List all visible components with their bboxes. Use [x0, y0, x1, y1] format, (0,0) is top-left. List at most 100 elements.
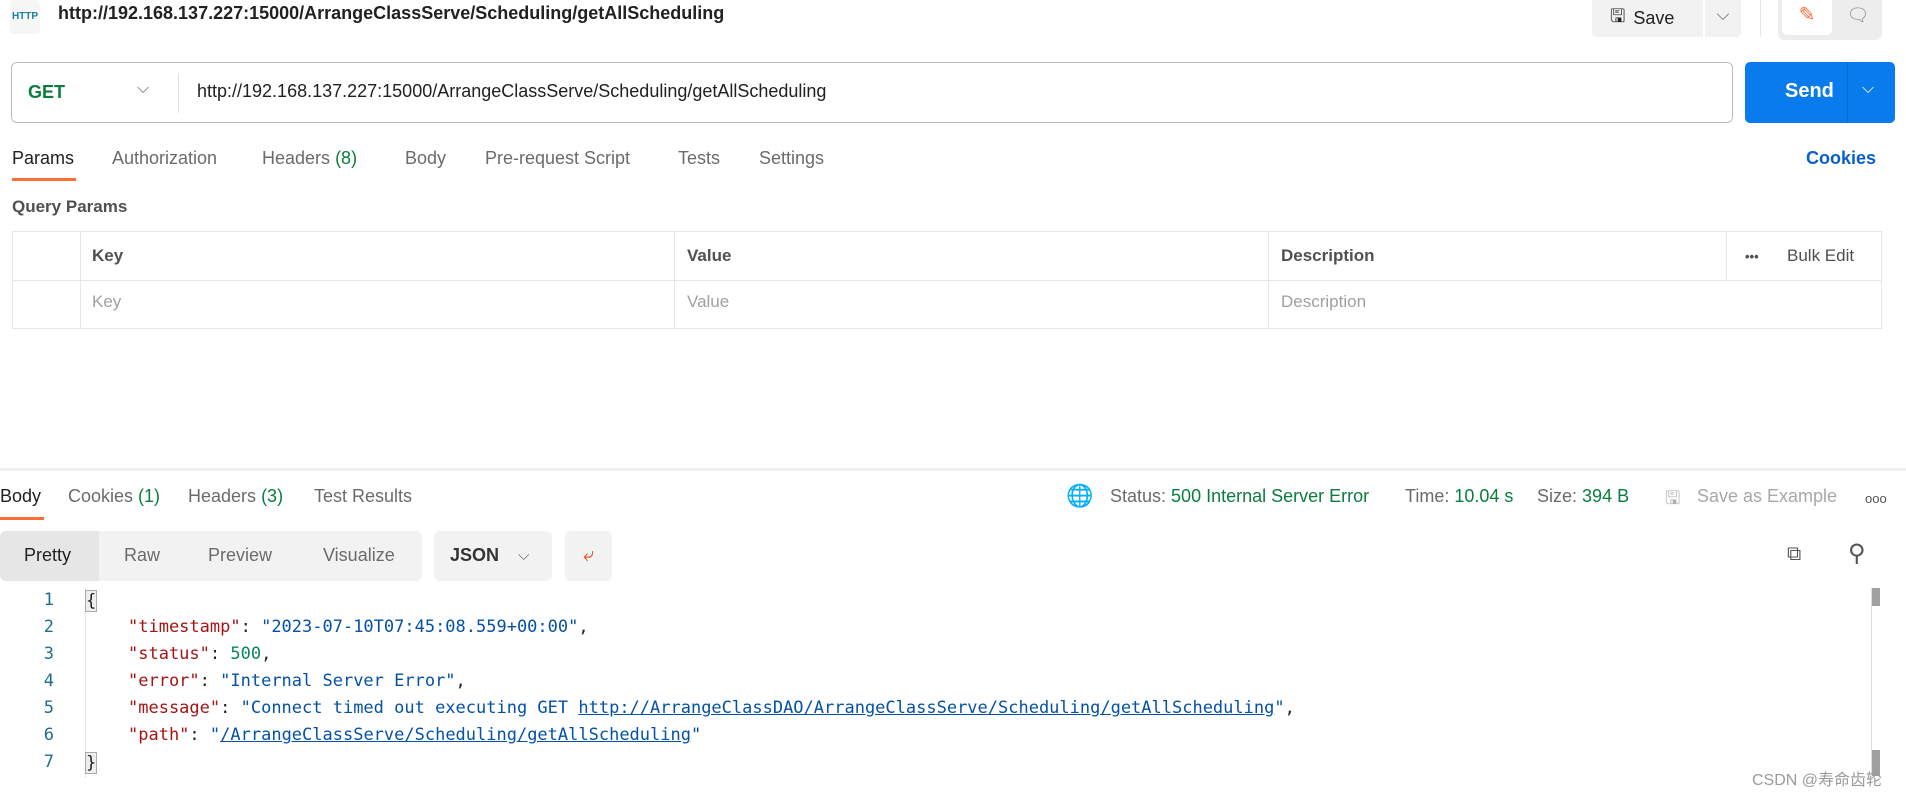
json-line-error: "error": "Internal Server Error",: [128, 671, 466, 691]
tab-label: Headers: [188, 486, 257, 506]
open-brace: {: [85, 590, 98, 612]
divider: [80, 231, 81, 329]
line-number: 6: [43, 725, 54, 745]
json-value: "2023-07-10T07:45:08.559+00:00": [261, 617, 579, 637]
column-description: Description: [1281, 246, 1375, 265]
response-tab-body[interactable]: Body: [0, 486, 41, 507]
tab-pre-request-script[interactable]: Pre-request Script: [485, 148, 630, 169]
gutter-line: [85, 588, 86, 778]
view-visualize[interactable]: Visualize: [323, 545, 395, 566]
json-value: "Connect timed out executing GET: [240, 698, 579, 718]
divider: [1268, 231, 1269, 329]
wrap-lines-icon[interactable]: ⤶: [565, 531, 612, 581]
save-icon: 🖫: [1610, 5, 1626, 26]
watermark: CSDN @寿命齿轮: [1752, 772, 1883, 789]
response-tab-headers[interactable]: Headers (3): [188, 486, 283, 507]
path-link[interactable]: /ArrangeClassServe/Scheduling/getAllSche…: [220, 725, 691, 745]
line-number: 2: [43, 617, 54, 637]
view-pretty[interactable]: Pretty: [24, 545, 71, 566]
size-value: 394 B: [1582, 486, 1630, 506]
line-number: 1: [43, 590, 54, 610]
divider: [674, 231, 675, 329]
more-icon[interactable]: ooo: [1865, 491, 1887, 506]
headers-count: (8): [335, 148, 358, 168]
active-tab-indicator: [12, 178, 76, 181]
description-input[interactable]: Description: [1281, 292, 1366, 312]
json-line-path: "path": "/ArrangeClassServe/Scheduling/g…: [128, 725, 702, 745]
send-label[interactable]: Send: [1785, 80, 1834, 103]
tab-body[interactable]: Body: [405, 148, 446, 169]
close-brace: }: [85, 752, 98, 774]
json-key: "path": [128, 725, 190, 745]
more-icon[interactable]: •••: [1745, 249, 1759, 264]
save-as-example-button[interactable]: Save as Example: [1697, 486, 1837, 507]
status-value: 500 Internal Server Error: [1171, 486, 1370, 506]
url-input[interactable]: http://192.168.137.227:15000/ArrangeClas…: [197, 81, 826, 102]
key-input[interactable]: Key: [92, 292, 121, 312]
save-example-icon: 🖫: [1665, 488, 1681, 508]
query-params-title: Query Params: [12, 197, 128, 216]
bulk-edit-button[interactable]: Bulk Edit: [1787, 246, 1854, 266]
tab-params[interactable]: Params: [12, 148, 74, 169]
json-line-status: "status": 500,: [128, 644, 272, 664]
line-number: 4: [43, 671, 54, 691]
tab-label: Headers: [262, 148, 331, 168]
globe-icon[interactable]: 🌐: [1066, 483, 1093, 509]
request-title[interactable]: http://192.168.137.227:15000/ArrangeClas…: [58, 3, 724, 24]
save-options-chevron-icon[interactable]: ⌵: [1705, 0, 1741, 37]
pane-resize-handle[interactable]: [0, 468, 1906, 471]
status: Status: 500 Internal Server Error: [1110, 486, 1369, 507]
save-label: Save: [1633, 8, 1675, 28]
comment-icon[interactable]: 🗨: [1836, 0, 1880, 35]
tab-tests[interactable]: Tests: [678, 148, 720, 169]
line-number: 3: [43, 644, 54, 664]
chevron-down-icon[interactable]: ⌵: [518, 547, 529, 564]
json-line-message: "message": "Connect timed out executing …: [128, 698, 1295, 718]
line-number: 5: [43, 698, 54, 718]
cookies-count: (1): [138, 486, 161, 506]
json-key: "message": [128, 698, 221, 718]
divider: [1726, 231, 1727, 280]
send-options-chevron-icon[interactable]: ⌵: [1862, 80, 1874, 98]
response-tab-test-results[interactable]: Test Results: [314, 486, 412, 507]
column-value: Value: [687, 246, 732, 265]
save-button[interactable]: 🖫 Save: [1592, 0, 1703, 37]
json-value: "Internal Server Error": [220, 671, 456, 691]
response-tab-cookies[interactable]: Cookies (1): [68, 486, 160, 507]
cookies-link[interactable]: Cookies: [1806, 148, 1876, 169]
divider: [178, 73, 179, 113]
chevron-down-icon[interactable]: ⌵: [137, 80, 149, 98]
size: Size: 394 B: [1537, 486, 1629, 507]
status-label: Status:: [1110, 486, 1167, 506]
method-select[interactable]: GET: [28, 82, 65, 103]
active-tab-indicator: [0, 517, 44, 520]
divider: [1847, 62, 1848, 123]
json-value: 500: [230, 644, 262, 664]
search-icon[interactable]: ⚲: [1848, 539, 1866, 568]
view-raw[interactable]: Raw: [124, 545, 160, 566]
http-icon: HTTP: [10, 0, 40, 34]
pencil-icon[interactable]: ✎: [1782, 0, 1832, 35]
tab-label: Cookies: [68, 486, 134, 506]
time: Time: 10.04 s: [1405, 486, 1513, 507]
format-value[interactable]: JSON: [450, 545, 499, 566]
json-key: "timestamp": [128, 617, 241, 637]
json-key: "status": [128, 644, 210, 664]
message-url-link[interactable]: http://ArrangeClassDAO/ArrangeClassServe…: [578, 698, 1274, 718]
time-label: Time:: [1405, 486, 1450, 506]
line-number: 7: [43, 752, 54, 772]
scrollbar-thumb[interactable]: [1872, 588, 1880, 606]
divider: [12, 280, 1882, 281]
view-preview[interactable]: Preview: [208, 545, 272, 566]
copy-icon[interactable]: ⧉: [1787, 543, 1801, 566]
size-label: Size:: [1537, 486, 1578, 506]
divider: [1760, 0, 1761, 37]
column-key: Key: [92, 246, 124, 265]
time-value: 10.04 s: [1454, 486, 1514, 506]
value-input[interactable]: Value: [687, 292, 729, 312]
headers-count: (3): [261, 486, 284, 506]
tab-authorization[interactable]: Authorization: [112, 148, 217, 169]
tab-headers[interactable]: Headers (8): [262, 148, 357, 169]
tab-settings[interactable]: Settings: [759, 148, 824, 169]
json-key: "error": [128, 671, 200, 691]
